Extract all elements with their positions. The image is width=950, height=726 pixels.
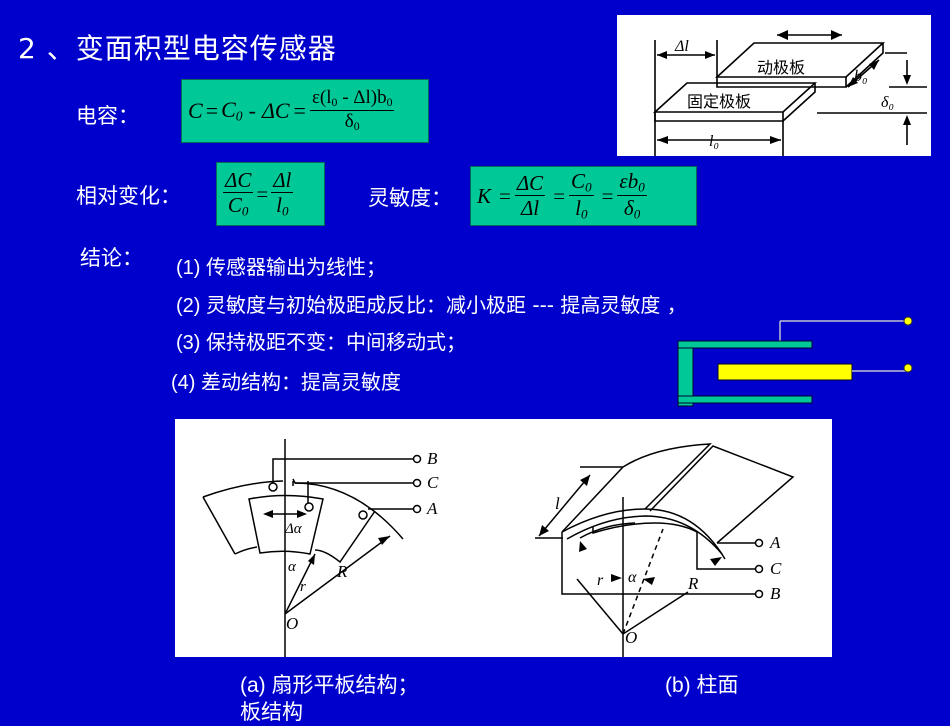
formula-c: C [188, 98, 203, 123]
bottom-plate [677, 395, 813, 404]
conclusion-item-1: (1) 传感器输出为线性； [176, 255, 386, 279]
caption-b-continued: 板结构 [240, 701, 303, 724]
terminal-b-label: B [770, 584, 781, 603]
structures-panel: B C A Δα α r R O l A C B α r R O [175, 419, 832, 657]
conclusion-label: 结论： [80, 246, 143, 270]
r-label: r [300, 579, 306, 595]
formula-eq: = [205, 98, 219, 123]
formula-fraction: ε(l0 - Δl)b0 δ0 [309, 87, 395, 134]
capacitance-formula: C = C0 - ΔC = ε(l0 - Δl)b0 δ0 [181, 79, 429, 143]
cylinder-diagram: l A C B α r R O [535, 443, 795, 657]
fan-plate-diagram: B C A Δα α r R O [202, 439, 439, 657]
relative-change-formula: ΔC C0 = Δl l0 [216, 162, 325, 226]
fixed-plate-label: 固定极板 [687, 93, 751, 111]
terminal-a-label: A [426, 499, 438, 518]
terminal-top [903, 316, 913, 326]
origin-label: O [286, 614, 298, 633]
l-label: l [555, 494, 560, 513]
formula-c0: C0 [221, 97, 243, 124]
b0-label: b₀ [854, 68, 868, 85]
moving-plate-label: 动极板 [757, 59, 805, 77]
capacitance-label: 电容： [76, 104, 139, 128]
delta-l-label: Δl [674, 38, 689, 55]
formula-eq: = [553, 183, 566, 208]
conclusion-item-2: (2) 灵敏度与初始极距成反比：减小极距 --- 提高灵敏度 ， [176, 293, 687, 317]
formula-eq2: = [293, 98, 306, 123]
fraction-c0-l0: C0 l0 [569, 169, 594, 221]
formula-minus: - [248, 98, 256, 123]
formula-eq: = [499, 183, 511, 208]
terminal-c-label: C [427, 473, 439, 492]
slide-title: 2 、变面积型电容传感器 [18, 32, 337, 65]
fraction-eb0-d0: εb0 δ0 [617, 169, 647, 221]
delta0-label: δ₀ [881, 94, 894, 111]
differential-diagram [677, 316, 913, 407]
caption-a: (a) 扇形平板结构； [240, 674, 419, 697]
R-label: R [336, 562, 348, 581]
fraction-dl-l0: Δl l0 [271, 167, 294, 219]
alpha-label: α [628, 569, 637, 586]
fraction-dc-dl: ΔC Δl [514, 170, 546, 220]
plate-diagram: Δl 动极板 固定极板 b₀ δ₀ l₀ [617, 15, 931, 156]
top-plate [677, 340, 813, 349]
fraction-dc-c0: ΔC C0 [223, 167, 254, 219]
conclusion-item-3: (3) 保持极距不变：中间移动式； [176, 330, 466, 354]
formula-delta-c: ΔC [261, 98, 290, 123]
R-label: R [687, 574, 699, 593]
relative-change-label: 相对变化： [76, 184, 181, 208]
origin-label: O [625, 628, 637, 647]
terminal-a-label: A [769, 533, 781, 552]
sensitivity-formula: K = ΔC Δl = C0 l0 = εb0 δ0 [470, 166, 697, 226]
moving-electrode [717, 363, 853, 381]
formula-eq: = [601, 183, 614, 208]
r-label: r [597, 572, 604, 589]
terminal-middle [903, 363, 913, 373]
caption-b: (b) 柱面 [665, 674, 739, 697]
conclusion-item-4: (4) 差动结构：提高灵敏度 [171, 370, 401, 394]
l0-label: l₀ [709, 133, 719, 150]
terminal-b-label: B [427, 449, 438, 468]
terminal-c-label: C [770, 559, 782, 578]
formula-k: K [477, 183, 492, 208]
sensitivity-label: 灵敏度： [368, 186, 452, 210]
delta-alpha-label: Δα [284, 521, 303, 537]
formula-eq: = [256, 181, 269, 206]
alpha-label: α [288, 559, 297, 575]
plate-diagram-svg: Δl 动极板 固定极板 b₀ δ₀ l₀ [652, 30, 927, 156]
